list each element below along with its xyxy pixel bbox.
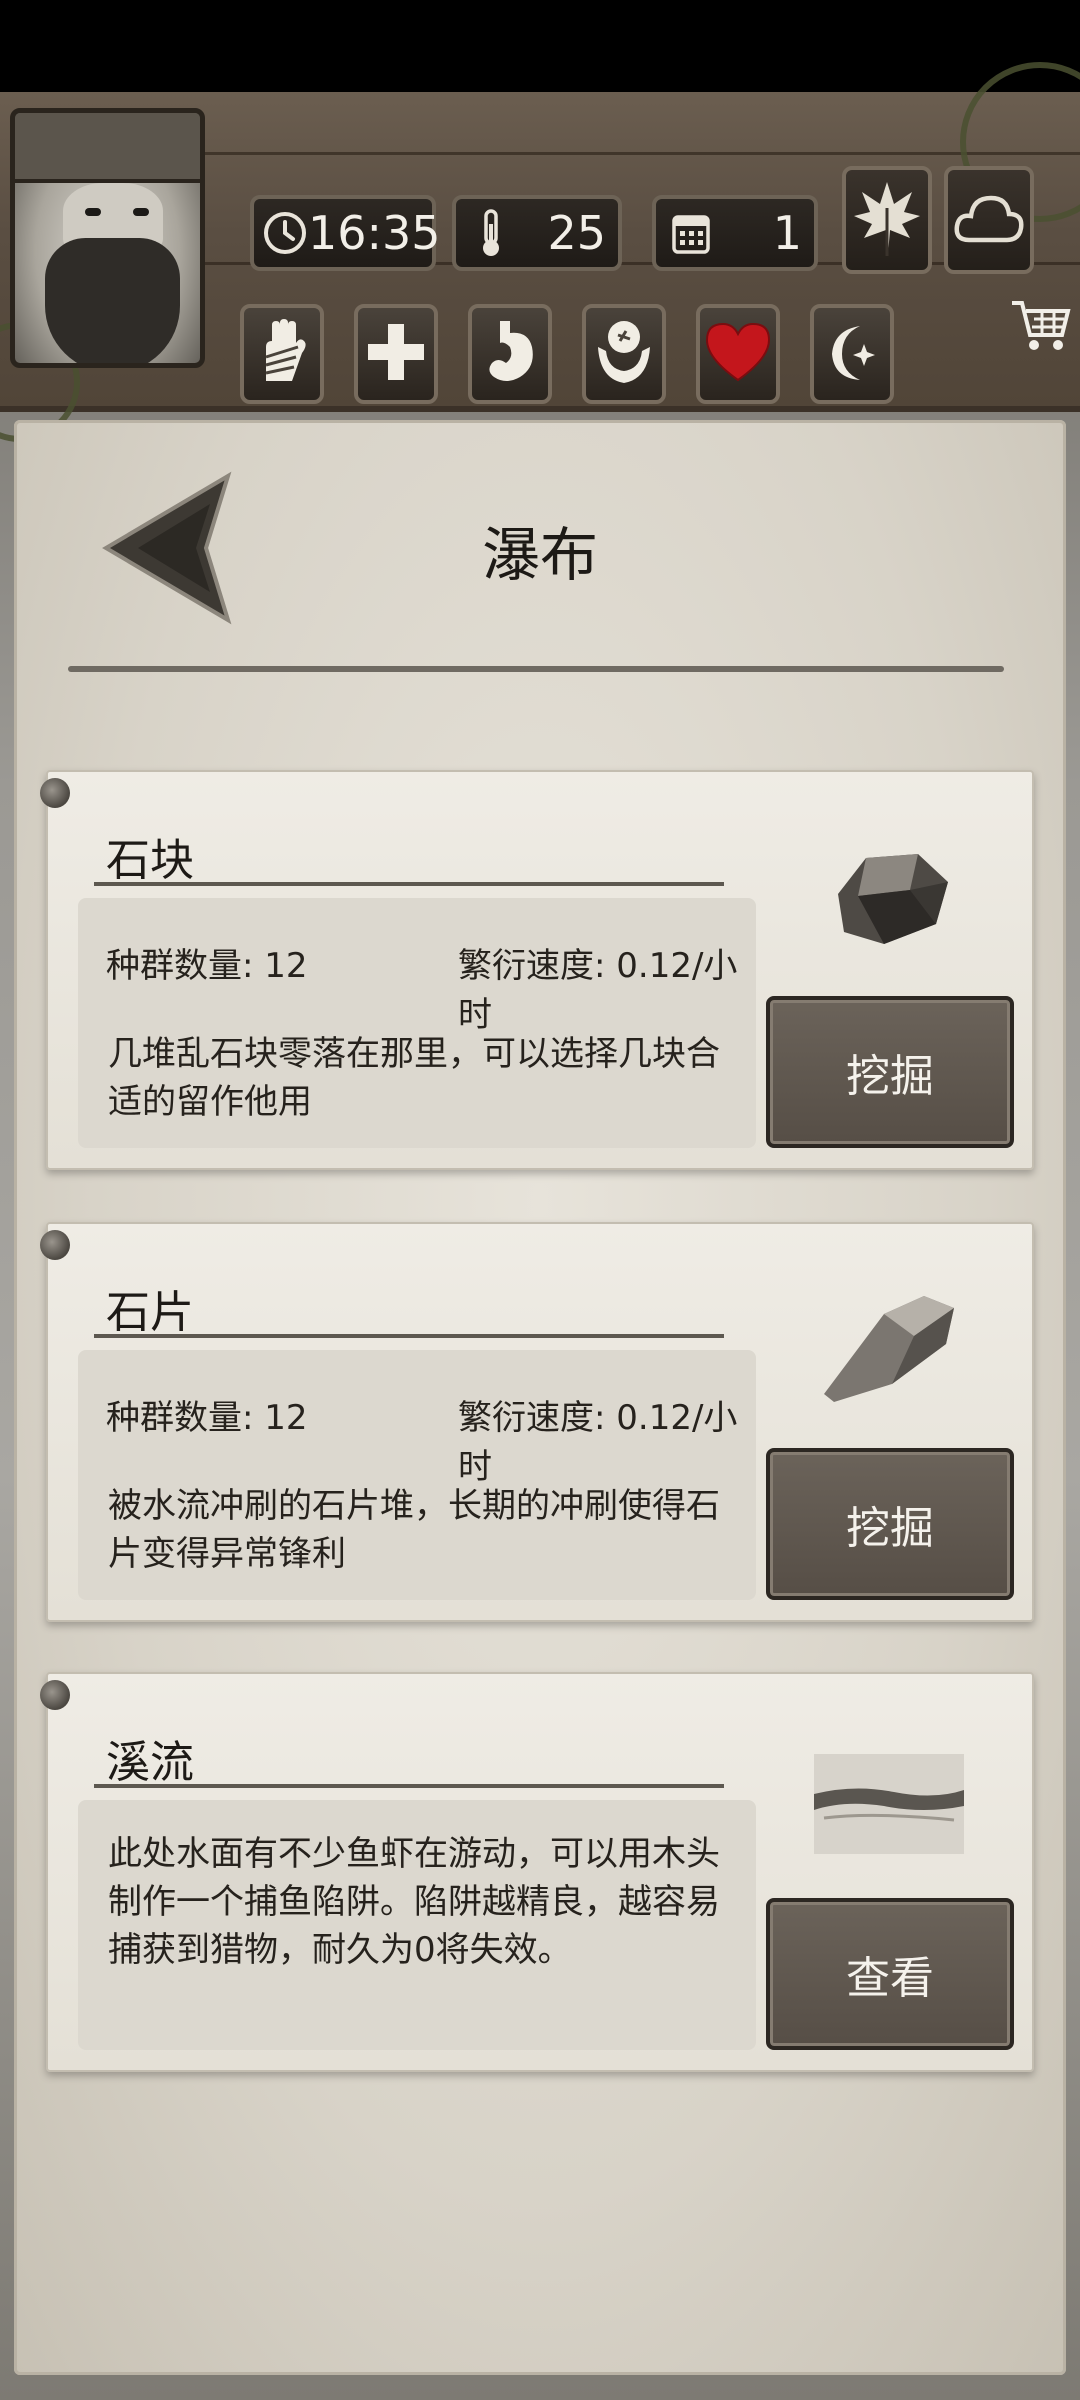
sleep-status-button[interactable]	[810, 304, 894, 404]
resource-description: 几堆乱石块零落在那里，可以选择几块合适的留作他用	[108, 1034, 720, 1122]
avatar-eye	[133, 208, 149, 216]
stone-flake-icon	[814, 1284, 964, 1414]
resource-name: 石片	[106, 1287, 194, 1338]
season-button[interactable]	[842, 166, 932, 274]
title-divider	[68, 666, 1004, 672]
pin-icon	[40, 778, 70, 808]
bandaged-hand-icon	[252, 317, 312, 391]
population-count: 种群数量: 12	[106, 946, 308, 986]
temperature-value: 25	[547, 206, 606, 260]
injury-status-button[interactable]	[240, 304, 324, 404]
cart-icon	[1008, 295, 1072, 359]
stomach-icon	[480, 317, 540, 391]
stream-icon	[814, 1734, 964, 1864]
time-value: 16:35	[308, 206, 441, 260]
medical-cross-icon	[364, 320, 428, 388]
calendar-icon	[664, 206, 718, 260]
resource-name: 溪流	[106, 1737, 194, 1788]
health-status-button[interactable]	[354, 304, 438, 404]
clock-icon	[262, 206, 308, 260]
growth-rate: 繁衍速度: 0.12/小时	[458, 1398, 738, 1487]
resource-description: 此处水面有不少鱼虾在游动，可以用木头制作一个捕鱼陷阱。陷阱越精良，越容易捕获到猎…	[108, 1834, 720, 1970]
dig-button[interactable]: 挖掘	[766, 996, 1014, 1148]
page-title: 瀑布	[481, 521, 598, 589]
population-count: 种群数量: 12	[106, 1398, 308, 1438]
cloud-icon	[951, 190, 1027, 250]
card-divider	[94, 882, 724, 886]
pin-icon	[40, 1230, 70, 1260]
resource-description: 被水流冲刷的石片堆，长期的冲刷使得石片变得异常锋利	[108, 1486, 720, 1574]
weather-button[interactable]	[944, 166, 1034, 274]
avatar-beard	[45, 238, 180, 363]
hunger-status-button[interactable]	[468, 304, 552, 404]
leaf-icon	[852, 178, 922, 262]
avatar-hat	[15, 113, 200, 183]
avatar-eye	[85, 208, 101, 216]
status-bar	[0, 0, 1080, 92]
temperature-display: 25	[452, 195, 622, 271]
thermometer-icon	[464, 206, 518, 260]
day-display: 1	[652, 195, 818, 271]
resource-info: 种群数量: 12 繁衍速度: 0.12/小时 被水流冲刷的石片堆，长期的冲刷使得…	[78, 1350, 756, 1600]
view-button[interactable]: 查看	[766, 1898, 1014, 2050]
rock-icon	[814, 832, 964, 962]
shop-button[interactable]	[1005, 292, 1075, 362]
moon-icon	[820, 320, 884, 388]
time-display: 16:35	[250, 195, 441, 271]
card-divider	[94, 1784, 724, 1788]
resource-card-stream: 溪流 此处水面有不少鱼虾在游动，可以用木头制作一个捕鱼陷阱。陷阱越精良，越容易捕…	[40, 1672, 1034, 2072]
resource-card-rock: 石块 种群数量: 12 繁衍速度: 0.12/小时 几堆乱石块零落在那里，可以选…	[40, 770, 1034, 1170]
mental-status-button[interactable]	[582, 304, 666, 404]
pin-icon	[40, 1680, 70, 1710]
day-value: 1	[772, 206, 802, 260]
resource-info: 此处水面有不少鱼虾在游动，可以用木头制作一个捕鱼陷阱。陷阱越精良，越容易捕获到猎…	[78, 1800, 756, 2050]
growth-rate: 繁衍速度: 0.12/小时	[458, 946, 738, 1035]
card-divider	[94, 1334, 724, 1338]
head-in-hand-icon	[592, 317, 656, 391]
resource-card-stone-flake: 石片 种群数量: 12 繁衍速度: 0.12/小时 被水流冲刷的石片堆，长期的冲…	[40, 1222, 1034, 1622]
dig-button[interactable]: 挖掘	[766, 1448, 1014, 1600]
resource-info: 种群数量: 12 繁衍速度: 0.12/小时 几堆乱石块零落在那里，可以选择几块…	[78, 898, 756, 1148]
mood-status-button[interactable]	[696, 304, 780, 404]
heart-icon	[703, 320, 773, 388]
plank-seam	[200, 152, 1080, 155]
character-avatar[interactable]	[10, 108, 205, 368]
resource-name: 石块	[106, 835, 194, 886]
